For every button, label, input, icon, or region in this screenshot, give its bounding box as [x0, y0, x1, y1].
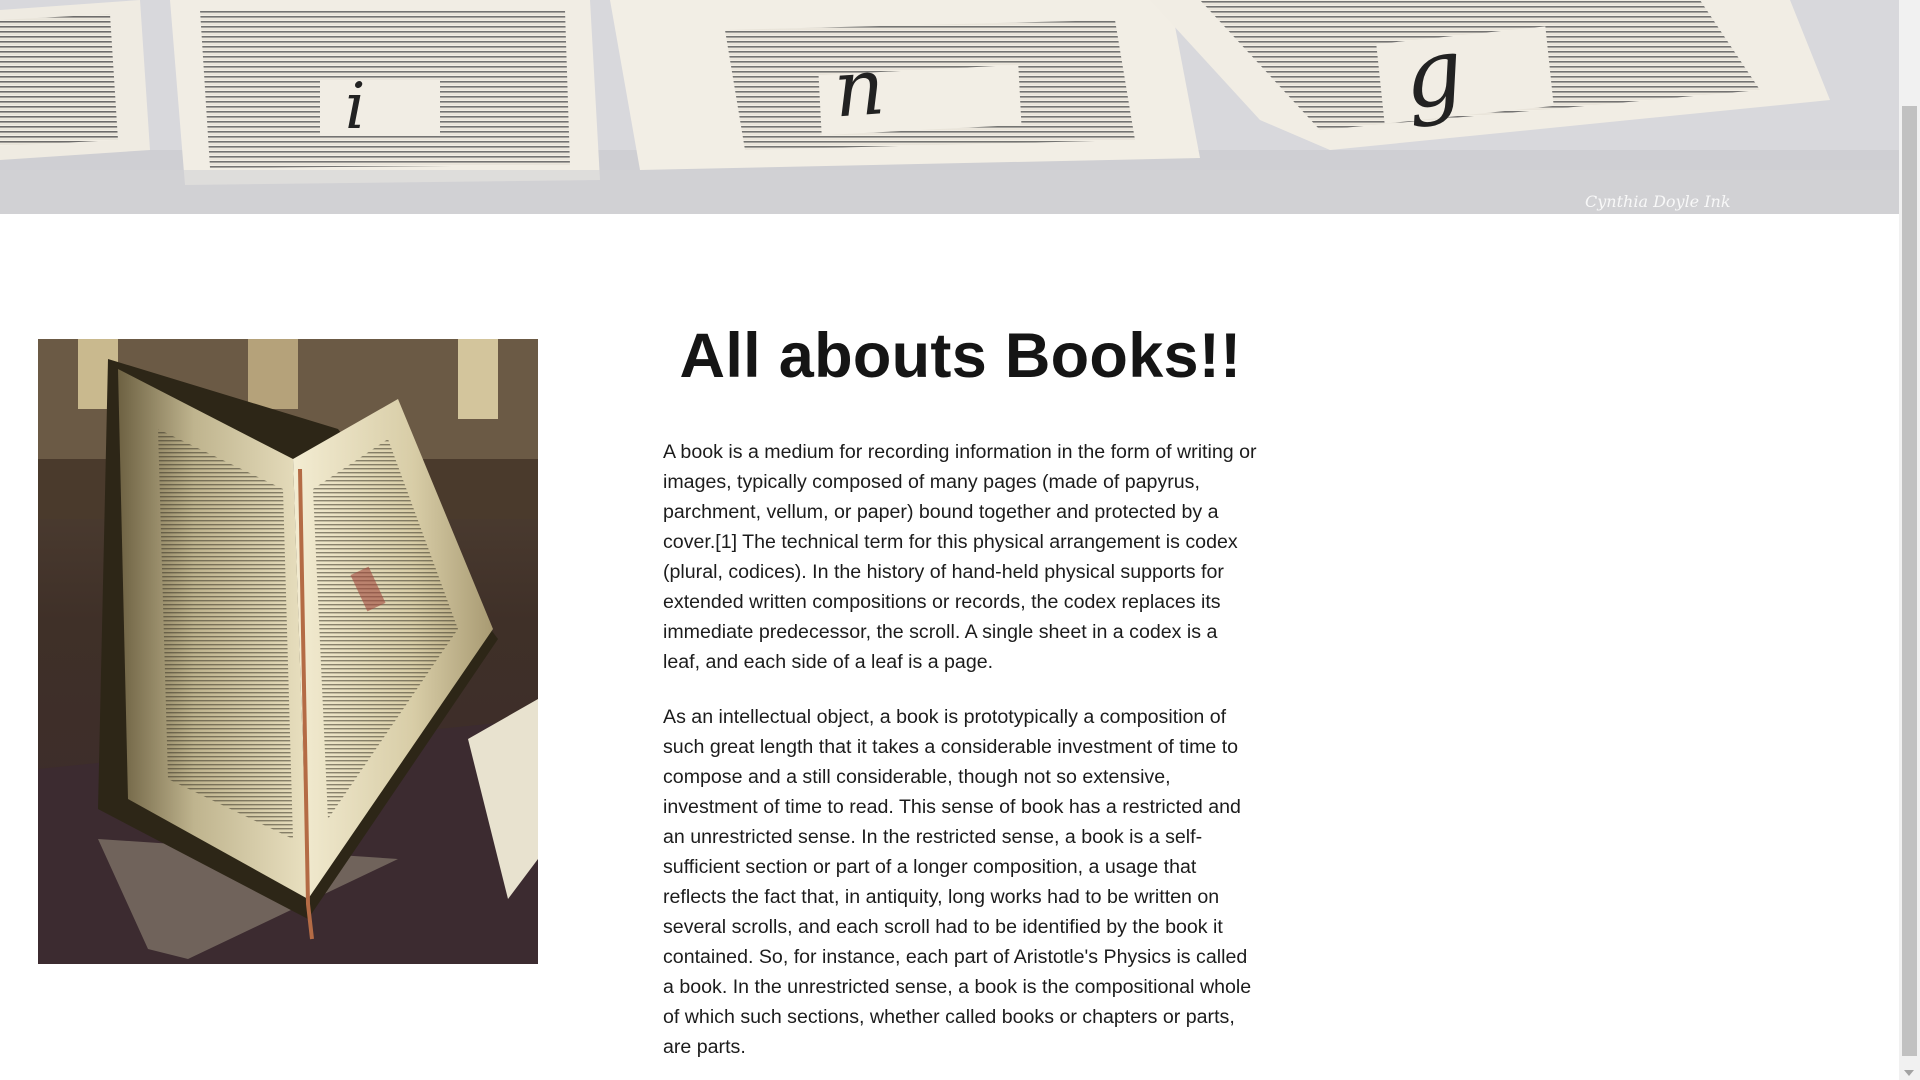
page-title: All abouts Books!! [679, 321, 1242, 391]
book-pages-banner-image: i n g Cynthia Doyle Ink [0, 0, 1899, 214]
banner-watermark: Cynthia Doyle Ink [1585, 192, 1731, 211]
open-book-photo [38, 339, 538, 964]
scroll-down-arrow-icon[interactable] [1904, 1070, 1914, 1076]
page: i n g Cynthia Doyle Ink All abouts Books… [0, 0, 1920, 1080]
banner-letter-i: i [345, 70, 365, 144]
hero-banner: i n g Cynthia Doyle Ink [0, 0, 1899, 214]
banner-letter-n: n [831, 42, 887, 135]
article-paragraph-1: A book is a medium for recording informa… [663, 441, 1257, 673]
article: All abouts Books!! A book is a medium fo… [663, 318, 1258, 1058]
article-paragraph-2: As an intellectual object, a book is pro… [663, 706, 1252, 1058]
scrollbar-thumb[interactable] [1902, 106, 1917, 1056]
vertical-scrollbar[interactable] [1899, 0, 1920, 1080]
